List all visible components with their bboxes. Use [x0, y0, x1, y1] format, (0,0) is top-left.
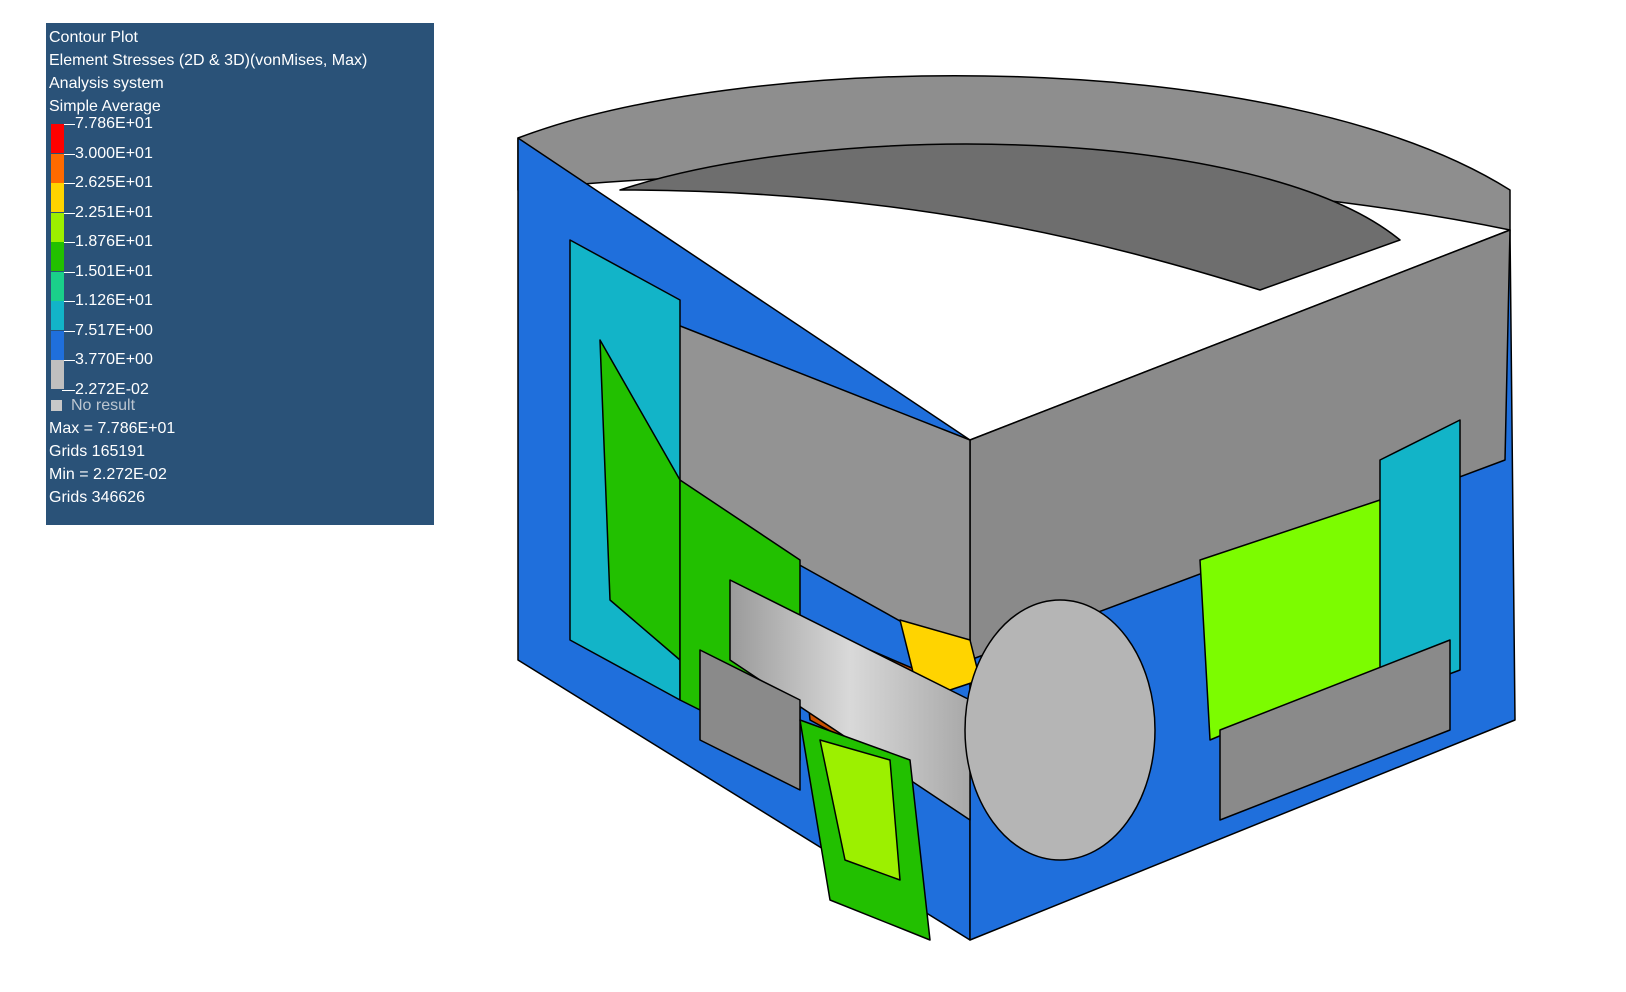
- legend-level-label: 1.126E+01: [75, 292, 153, 309]
- legend-swatch-7: [51, 330, 64, 360]
- legend-min-grid: Grids 346626: [49, 489, 146, 506]
- legend-level-label: 2.625E+01: [75, 174, 153, 191]
- legend-swatch-5: [51, 271, 64, 301]
- legend-level-label: 2.251E+01: [75, 203, 153, 221]
- legend-min: Min = 2.272E-02: [49, 466, 167, 483]
- legend-swatch-0: [51, 124, 64, 153]
- legend-level-label: 3.000E+01: [75, 144, 153, 162]
- legend-level-label: 3.770E+00: [75, 351, 153, 368]
- legend-max-grid: Grids 165191: [49, 443, 146, 460]
- no-result-label: No result: [71, 397, 136, 414]
- legend-level-label: 1.876E+01: [75, 233, 153, 250]
- legend-max: Max = 7.786E+01: [49, 420, 176, 437]
- legend-system: Analysis system: [49, 75, 164, 92]
- legend-result-type: Element Stresses (2D & 3D)(vonMises, Max…: [49, 52, 368, 69]
- legend-title: Contour Plot: [49, 29, 138, 46]
- legend-tick: [62, 389, 75, 391]
- legend-no-result: No result: [49, 394, 434, 417]
- legend-swatch-4: [51, 242, 64, 271]
- legend-swatch-2: [51, 183, 64, 212]
- cylinder-end-face: [964, 599, 1156, 861]
- no-result-swatch: [51, 400, 62, 411]
- model-viewport[interactable]: [500, 40, 1610, 985]
- legend-swatch-1: [51, 153, 64, 183]
- legend-level-label: 7.786E+01: [75, 115, 153, 132]
- legend-level-label: 1.501E+01: [75, 262, 153, 280]
- contour-legend: Contour Plot Element Stresses (2D & 3D)(…: [46, 23, 434, 525]
- legend-swatch-3: [51, 212, 64, 242]
- legend-swatch-8: [51, 360, 64, 389]
- legend-color-scale: 7.786E+01 3.000E+01 2.625E+01 2.251E+01 1.87…: [49, 115, 434, 398]
- legend-level-label: 7.517E+00: [75, 321, 153, 339]
- legend-swatch-6: [51, 301, 64, 330]
- fea-stress-model: [517, 74, 1516, 941]
